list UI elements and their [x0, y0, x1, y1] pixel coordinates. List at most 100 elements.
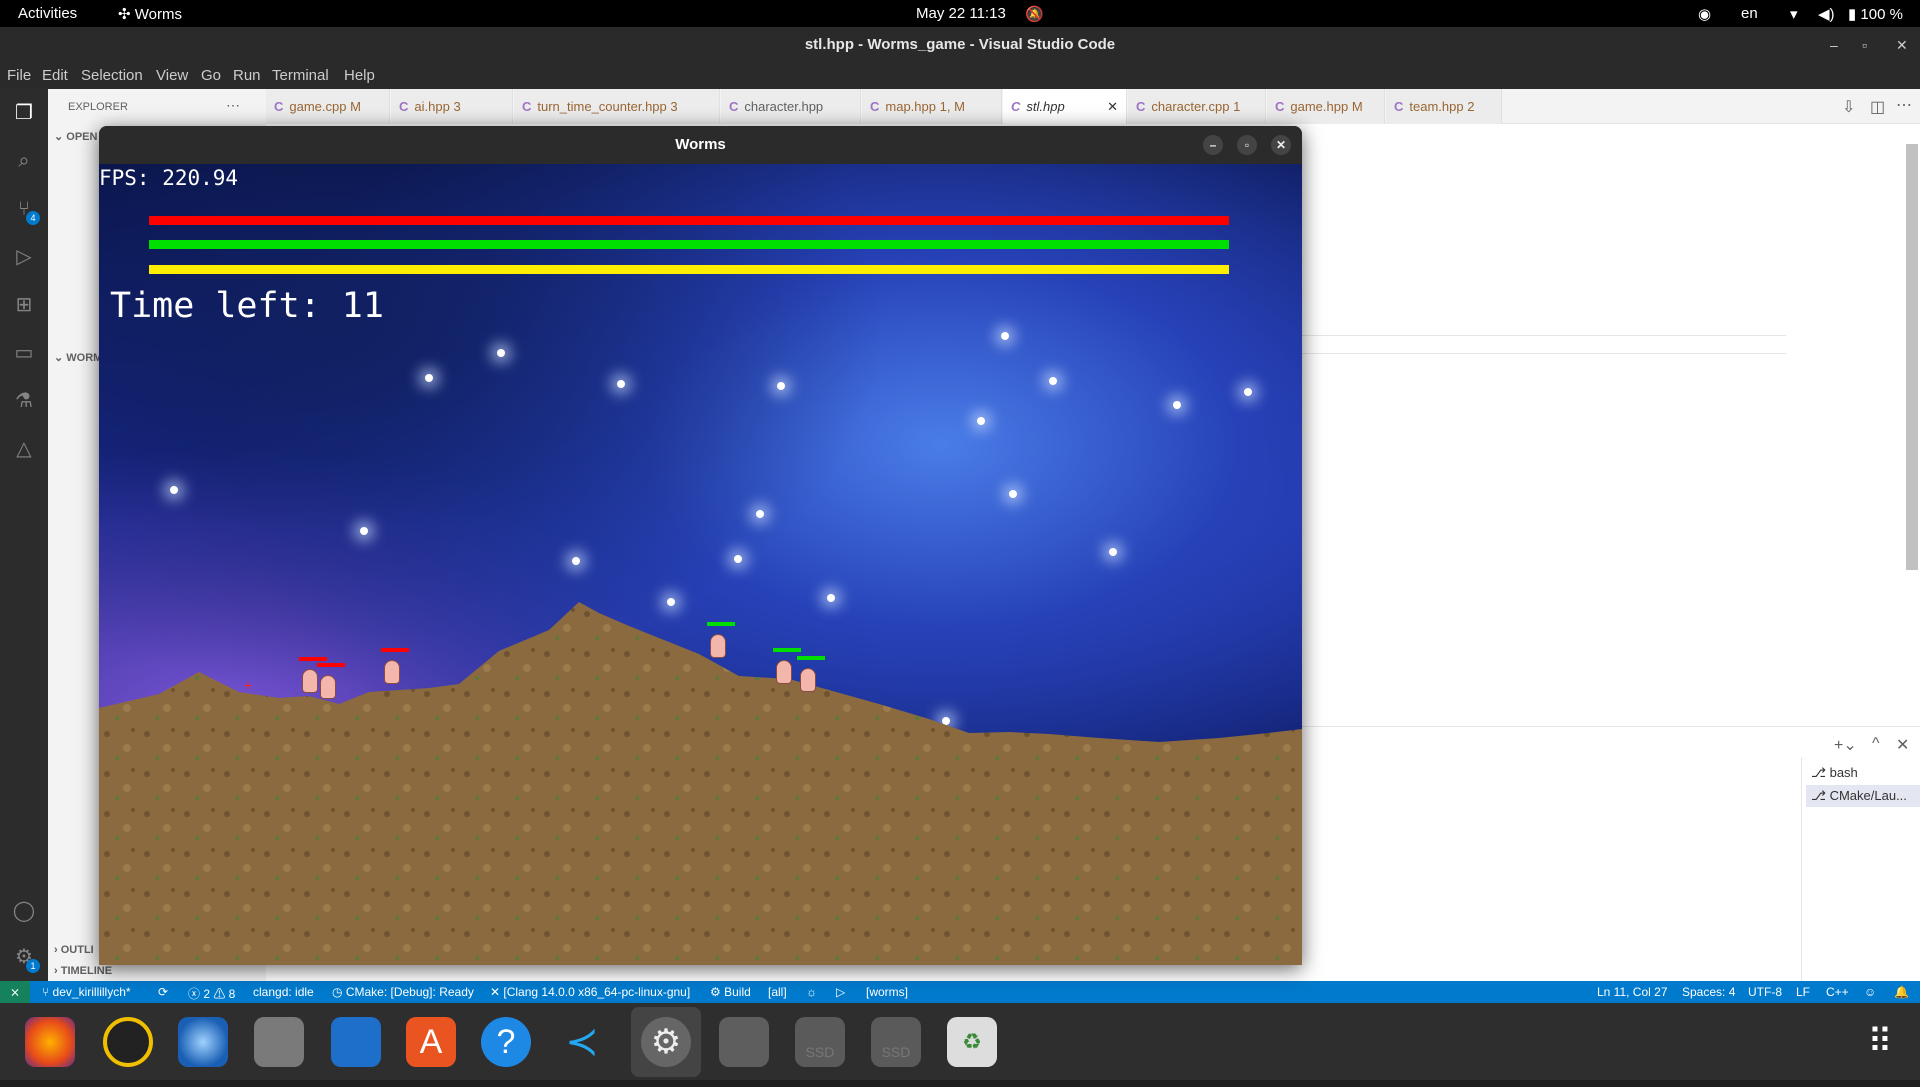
focused-app-name: Worms — [134, 6, 182, 23]
menu-view[interactable]: View — [156, 67, 188, 84]
firefox-icon[interactable] — [25, 1017, 75, 1067]
indentation[interactable]: Spaces: 4 — [1682, 985, 1735, 999]
tab-label: ai.hpp — [414, 99, 450, 114]
worms-window-titlebar[interactable]: Worms – ▫ ✕ — [99, 126, 1302, 164]
problems-count[interactable]: ⓧ 2 ⚠ 8 — [188, 985, 235, 1002]
maximize-panel-icon[interactable]: ^ — [1872, 735, 1880, 753]
volume-icon[interactable]: ◀) — [1818, 5, 1835, 23]
tab-character-cpp[interactable]: Ccharacter.cpp 1 — [1128, 89, 1266, 124]
game-canvas[interactable]: FPS: 220.94 Time left: 11 + — [99, 164, 1302, 965]
build-target[interactable]: [all] — [768, 985, 787, 999]
remote-explorer-icon[interactable]: ▭ — [12, 341, 36, 365]
focused-app-menu[interactable]: ✣ Worms — [118, 5, 182, 23]
menu-go[interactable]: Go — [201, 67, 221, 84]
keyboard-language[interactable]: en — [1741, 5, 1758, 22]
encoding[interactable]: UTF-8 — [1748, 985, 1782, 999]
vscode-titlebar: stl.hpp - Worms_game - Visual Studio Cod… — [0, 27, 1920, 63]
battery-indicator[interactable]: ▮ 100 % — [1848, 5, 1903, 23]
clangd-status[interactable]: clangd: idle — [253, 985, 314, 999]
close-icon[interactable]: ✕ — [1896, 27, 1908, 63]
extensions-icon[interactable]: ⊞ — [12, 293, 36, 317]
writer-icon[interactable] — [331, 1017, 381, 1067]
trash-icon[interactable]: ♻ — [947, 1017, 997, 1067]
menu-help[interactable]: Help — [344, 67, 375, 84]
remote-indicator-icon[interactable]: ⨯ — [0, 981, 30, 1003]
close-panel-icon[interactable]: ✕ — [1896, 735, 1909, 755]
menu-selection[interactable]: Selection — [81, 67, 143, 84]
timeline-section[interactable]: › TIMELINE — [54, 965, 112, 977]
ssd-drive-icon[interactable]: SSD — [871, 1017, 921, 1067]
tab-team-hpp[interactable]: Cteam.hpp 2 — [1386, 89, 1502, 124]
tab-badge: 3 — [670, 99, 678, 114]
tab-game-hpp[interactable]: Cgame.hpp M — [1267, 89, 1385, 124]
debug-icon[interactable]: ☼ — [806, 985, 817, 999]
eol[interactable]: LF — [1796, 985, 1810, 999]
feedback-icon[interactable]: ☺ — [1864, 985, 1876, 999]
explorer-icon[interactable]: ❐ — [12, 101, 36, 125]
sync-icon[interactable]: ⟳ — [158, 985, 168, 999]
menu-run[interactable]: Run — [233, 67, 261, 84]
git-branch[interactable]: ⑂ dev_kirillillych* — [42, 985, 131, 999]
notifications-icon[interactable]: 🔔 — [1894, 985, 1909, 999]
new-terminal-icon[interactable]: +⌄ — [1834, 735, 1857, 755]
app-center-icon[interactable]: A — [406, 1017, 456, 1067]
cmake-status[interactable]: ◷ CMake: [Debug]: Ready — [332, 985, 474, 999]
cursor-position[interactable]: Ln 11, Col 27 — [1597, 985, 1668, 999]
vscode-icon[interactable]: ≺ — [557, 1017, 607, 1067]
tab-turn-time-counter-hpp[interactable]: Cturn_time_counter.hpp 3 — [514, 89, 720, 124]
tab-label: stl.hpp — [1026, 99, 1065, 114]
menu-file[interactable]: File — [7, 67, 31, 84]
language-mode[interactable]: C++ — [1826, 985, 1849, 999]
tab-ai-hpp[interactable]: Cai.hpp 3 — [391, 89, 513, 124]
vscode-window-title: stl.hpp - Worms_game - Visual Studio Cod… — [804, 36, 1116, 53]
terminal-icon[interactable] — [719, 1017, 769, 1067]
gnome-top-bar: Activities ✣ Worms May 22 11:13 🔕 ◉ en ▾… — [0, 0, 1920, 27]
activities-button[interactable]: Activities — [18, 5, 77, 22]
tab-game-cpp[interactable]: Cgame.cpp M — [266, 89, 390, 124]
thunderbird-icon[interactable] — [178, 1017, 228, 1067]
workspace-section[interactable]: ⌄ WORM — [54, 351, 102, 364]
more-actions-icon[interactable]: ⋯ — [226, 97, 240, 114]
menu-terminal[interactable]: Terminal — [272, 67, 329, 84]
help-icon[interactable]: ? — [481, 1017, 531, 1067]
worm-green-2 — [773, 648, 801, 684]
tab-badge: 1, M — [939, 99, 965, 114]
outline-section[interactable]: › OUTLI — [54, 944, 94, 956]
search-icon[interactable]: ⌕ — [12, 149, 36, 173]
tab-character-hpp[interactable]: Ccharacter.hpp — [721, 89, 861, 124]
menu-edit[interactable]: Edit — [42, 67, 68, 84]
ssd-drive-icon[interactable]: SSD — [795, 1017, 845, 1067]
tab-label: game.cpp — [289, 99, 347, 114]
split-editor-icon[interactable]: ◫ — [1870, 97, 1885, 117]
accounts-icon[interactable]: ◯ — [12, 899, 36, 923]
tab-stl-hpp[interactable]: Cstl.hpp ✕ — [1003, 89, 1127, 124]
testing-icon[interactable]: ⚗ — [12, 389, 36, 413]
maximize-icon[interactable]: ▫ — [1862, 27, 1867, 63]
rhythmbox-icon[interactable] — [103, 1017, 153, 1067]
network-indicator-icon[interactable]: ◉ — [1698, 5, 1711, 23]
close-icon[interactable]: ✕ — [1271, 135, 1291, 155]
tab-close-icon[interactable]: ✕ — [1107, 89, 1118, 124]
cmake-icon[interactable]: △ — [12, 437, 36, 461]
wifi-icon[interactable]: ▾ — [1790, 5, 1798, 23]
settings-icon[interactable]: ⚙ — [641, 1017, 691, 1067]
terminal-item-bash[interactable]: ⎇ bash — [1811, 765, 1858, 781]
show-apps-icon[interactable]: ⠿ — [1855, 1017, 1905, 1067]
clock[interactable]: May 22 11:13 — [916, 5, 1006, 22]
editor-scrollbar[interactable] — [1906, 144, 1918, 570]
tab-map-hpp[interactable]: Cmap.hpp 1, M — [862, 89, 1002, 124]
build-button[interactable]: ⚙ Build — [710, 985, 751, 999]
maximize-icon[interactable]: ▫ — [1237, 135, 1257, 155]
launch-target[interactable]: [worms] — [866, 985, 908, 999]
minimize-icon[interactable]: – — [1203, 135, 1223, 155]
cmake-kit[interactable]: ✕ [Clang 14.0.0 x86_64-pc-linux-gnu] — [490, 985, 690, 999]
editor-more-icon[interactable]: ⋯ — [1896, 95, 1912, 115]
worm-health-bar — [381, 648, 409, 652]
run-icon[interactable]: ▷ — [836, 985, 845, 999]
open-editors-section[interactable]: ⌄ OPEN — [54, 130, 97, 143]
minimize-icon[interactable]: – — [1830, 27, 1838, 63]
open-changes-icon[interactable]: ⇩ — [1842, 97, 1855, 117]
terminal-item-cmake[interactable]: ⎇ CMake/Lau... — [1806, 785, 1920, 807]
files-icon[interactable] — [254, 1017, 304, 1067]
run-debug-icon[interactable]: ▷ — [12, 245, 36, 269]
